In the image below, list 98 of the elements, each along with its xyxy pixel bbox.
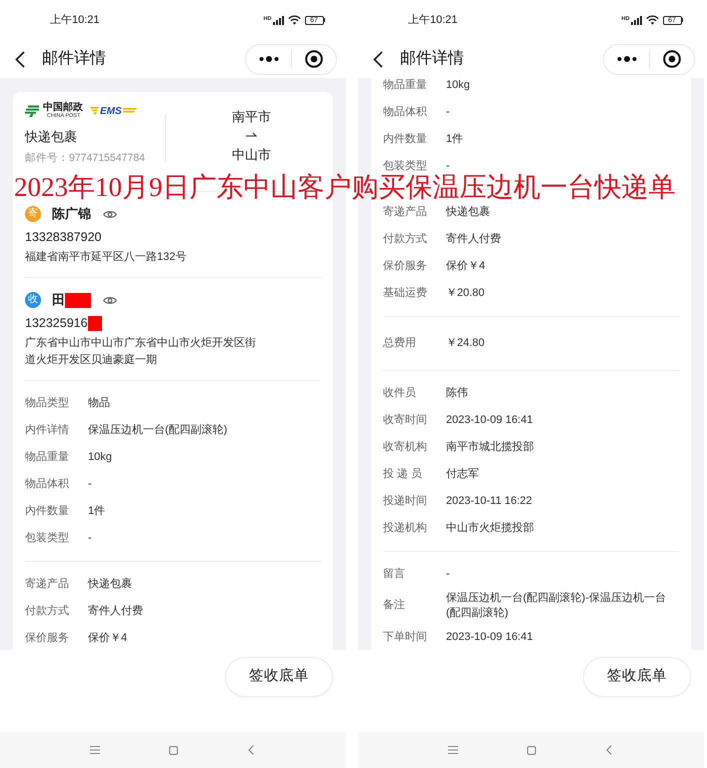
field-label: 投递时间 xyxy=(383,494,427,506)
field-label: 包装类型 xyxy=(383,160,427,172)
contact-name: 陈广锦 xyxy=(52,205,91,223)
field-value: - xyxy=(446,106,450,118)
back-icon xyxy=(373,50,383,68)
field-value: 2023-10-09 16:41 xyxy=(446,630,533,642)
signal-bars-icon xyxy=(630,16,642,24)
wifi-icon xyxy=(646,15,658,25)
field-value: 南平市城北揽投部 xyxy=(446,440,534,452)
caption-text: 2023年10月9日广东中山客户购买保温压边机一台快递单 xyxy=(14,174,676,201)
field-value: 付志军 xyxy=(446,468,479,480)
field-label: 物品体积 xyxy=(25,478,69,490)
field-label: 保价服务 xyxy=(383,260,427,272)
field-label: 内件详情 xyxy=(25,424,69,436)
field-value: ￥20.80 xyxy=(446,286,485,298)
contact-address: 广东省中山市中山市广东省中山市火炬开发区街道火炬开发区贝迪豪庭一期 xyxy=(25,337,256,366)
tracking-number: 邮件号：9774715547784 xyxy=(25,152,145,164)
eye-icon[interactable] xyxy=(103,296,117,304)
field-label: 付款方式 xyxy=(25,605,69,617)
role-badge: 收 xyxy=(25,292,41,308)
back-icon xyxy=(248,745,254,755)
more-icon xyxy=(258,56,278,62)
field-value: 保价￥4 xyxy=(446,260,486,272)
field-label: 投递机构 xyxy=(383,522,427,534)
field-label: 内件数量 xyxy=(25,505,69,517)
more-icon xyxy=(616,56,636,62)
field-label: 付款方式 xyxy=(383,232,427,244)
signal-bars-icon xyxy=(272,16,284,24)
field-value: 10kg xyxy=(446,78,470,90)
field-label: 备注 xyxy=(383,599,405,611)
page-title: 邮件详情 xyxy=(42,49,106,69)
field-value: 10kg xyxy=(88,451,112,463)
field-label: 物品重量 xyxy=(383,78,427,90)
field-label: 收件员 xyxy=(383,386,416,398)
field-label: 下单时间 xyxy=(383,630,427,642)
field-value: 寄件人付费 xyxy=(88,605,143,617)
square-icon xyxy=(526,746,536,754)
field-value: - xyxy=(446,568,450,580)
brand-name: 中国邮政 xyxy=(43,103,83,113)
field-value: - xyxy=(88,532,92,544)
field-label: 物品体积 xyxy=(383,106,427,118)
field-label: 收寄时间 xyxy=(383,414,427,426)
speed-stripes-icon xyxy=(90,107,99,115)
sign-receipt-button[interactable]: 签收底单 xyxy=(583,657,691,697)
sign-receipt-button[interactable]: 签收底单 xyxy=(225,657,333,697)
field-label: 总费用 xyxy=(383,336,416,348)
field-value: 保温压边机一台(配四副滚轮)-保温压边机一台(配四副滚轮) xyxy=(446,592,666,618)
field-label: 物品重量 xyxy=(25,451,69,463)
field-value: 保价￥4 xyxy=(88,632,128,644)
back-button[interactable] xyxy=(373,50,383,68)
brand-name: EMS xyxy=(99,106,123,116)
field-value: 1件 xyxy=(88,505,106,517)
back-button[interactable] xyxy=(15,50,25,68)
field-value: 快递包裹 xyxy=(88,578,132,590)
destination-city: 中山市 xyxy=(232,146,271,164)
field-value: 1件 xyxy=(446,132,464,144)
field-label: 寄递产品 xyxy=(383,206,427,218)
field-value: 寄件人付费 xyxy=(446,232,501,244)
field-label: 内件数量 xyxy=(383,132,427,144)
speed-stripes-icon xyxy=(122,108,137,114)
contact-phone: 13328387920 xyxy=(25,229,102,246)
status-time: 上午10:21 xyxy=(50,13,100,27)
contact-phone: 132325916 xyxy=(25,315,88,332)
circle-dot-icon xyxy=(305,50,323,68)
back-icon xyxy=(15,50,25,68)
field-label: 投 递 员 xyxy=(383,468,422,480)
menu-icon xyxy=(448,746,458,754)
origin-city: 南平市 xyxy=(232,108,271,126)
field-value: - xyxy=(446,160,450,172)
role-badge: 寄 xyxy=(25,206,41,222)
field-value: - xyxy=(88,478,92,490)
field-label: 基础运费 xyxy=(383,286,427,298)
field-value: ￥24.80 xyxy=(446,336,485,348)
field-label: 寄递产品 xyxy=(25,578,69,590)
field-value: 2023-10-09 16:41 xyxy=(446,414,533,426)
field-label: 物品类型 xyxy=(25,397,69,409)
field-value: 中山市火炬揽投部 xyxy=(446,522,534,534)
field-value: 物品 xyxy=(88,397,110,409)
post-emblem-icon xyxy=(25,105,40,117)
circle-dot-icon xyxy=(663,50,681,68)
status-time: 上午10:21 xyxy=(408,13,458,27)
back-icon xyxy=(606,745,612,755)
product-name: 快递包裹 xyxy=(25,129,77,144)
wifi-icon xyxy=(288,15,300,25)
field-value: 2023-10-11 16:22 xyxy=(446,494,532,506)
field-value: 保温压边机一台(配四副滚轮) xyxy=(88,424,228,436)
square-icon xyxy=(168,746,178,754)
menu-icon xyxy=(90,746,100,754)
field-label: 包装类型 xyxy=(25,532,69,544)
eye-icon[interactable] xyxy=(103,210,117,218)
field-label: 保价服务 xyxy=(25,632,69,644)
contact-name: 田 xyxy=(52,291,65,309)
contact-address: 福建省南平市延平区八一路132号 xyxy=(25,251,186,263)
field-value: 快递包裹 xyxy=(446,206,490,218)
field-label: 留言 xyxy=(383,568,405,580)
field-label: 收寄机构 xyxy=(383,440,427,452)
field-value: 陈伟 xyxy=(446,386,468,398)
page-title: 邮件详情 xyxy=(400,49,464,69)
